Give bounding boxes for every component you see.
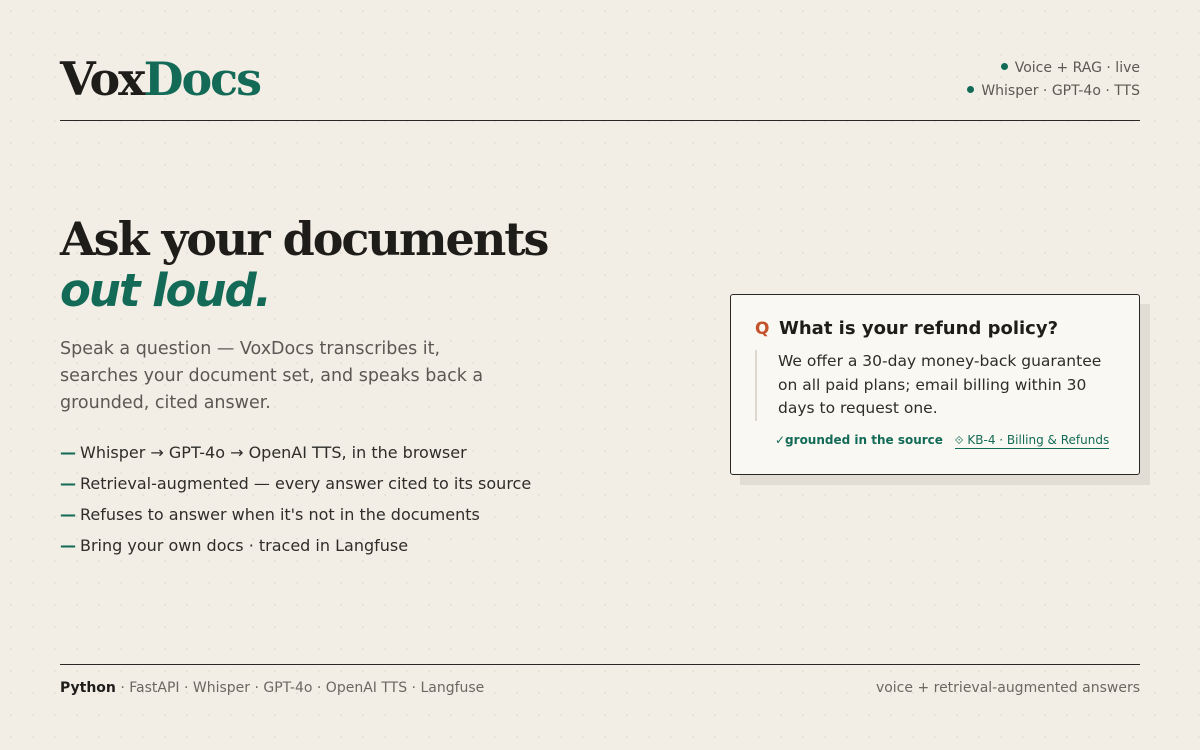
- status-models-text: Whisper · GPT-4o · TTS: [981, 83, 1140, 99]
- feature-item: — Refuses to answer when it's not in the …: [60, 502, 531, 533]
- header: VoxDocs Voice + RAG · live Whisper · GPT…: [60, 50, 1140, 121]
- status-live-text: Voice + RAG · live: [1014, 60, 1140, 76]
- status-panel: Voice + RAG · live Whisper · GPT-4o · TT…: [967, 59, 1140, 105]
- grounded-badge: ✓grounded in the source: [775, 433, 943, 447]
- logo-vox: Vox: [60, 52, 146, 106]
- feature-text: Retrieval-augmented — every answer cited…: [80, 474, 532, 493]
- models-dot-icon: [967, 86, 975, 93]
- dash-icon: —: [60, 505, 76, 524]
- feature-text: Bring your own docs · traced in Langfuse: [80, 536, 409, 555]
- hero-description: Speak a question — VoxDocs transcribes i…: [60, 339, 484, 413]
- status-line-live: Voice + RAG · live: [967, 59, 1140, 82]
- tech-stack: Python · FastAPI · Whisper · GPT-4o · Op…: [60, 680, 484, 696]
- footer: Python · FastAPI · Whisper · GPT-4o · Op…: [60, 664, 1140, 704]
- tech-stack-primary: Python: [60, 680, 116, 696]
- live-dot-icon: [1000, 63, 1008, 70]
- qa-card: Q What is your refund policy? We offer a…: [730, 294, 1140, 475]
- feature-text: Whisper → GPT-4o → OpenAI TTS, in the br…: [80, 443, 467, 462]
- answer-meta: ✓grounded in the source ⟐ KB-4 · Billing …: [775, 433, 1110, 449]
- feature-item: — Bring your own docs · traced in Langfus…: [60, 533, 531, 564]
- dash-icon: —: [60, 474, 76, 493]
- footer-tagline: voice + retrieval-augmented answers: [875, 680, 1140, 696]
- hero-title-accent: out loud.: [60, 264, 272, 317]
- feature-list: — Whisper → GPT-4o → OpenAI TTS, in the b…: [60, 440, 531, 564]
- source-icon: ⟐: [954, 434, 964, 447]
- answer-text: We offer a 30-day money-back guarantee o…: [755, 350, 1121, 421]
- logo-docs: Docs: [143, 52, 262, 106]
- feature-item: — Retrieval-augmented — every answer cite…: [60, 471, 531, 502]
- source-citation-link[interactable]: ⟐ KB-4 · Billing & Refunds: [954, 433, 1110, 449]
- dash-icon: —: [60, 536, 76, 555]
- tech-stack-rest: · FastAPI · Whisper · GPT-4o · OpenAI TT…: [115, 680, 485, 696]
- dash-icon: —: [60, 443, 76, 462]
- question-text: What is your refund policy?: [779, 318, 1059, 339]
- feature-item: — Whisper → GPT-4o → OpenAI TTS, in the b…: [60, 440, 531, 471]
- feature-text: Refuses to answer when it's not in the d…: [80, 505, 480, 524]
- source-label: KB-4 · Billing & Refunds: [967, 433, 1110, 447]
- logo[interactable]: VoxDocs: [60, 52, 262, 106]
- question-mark-label: Q: [755, 319, 770, 339]
- status-line-models: Whisper · GPT-4o · TTS: [967, 82, 1140, 105]
- hero-title: Ask your documents: [60, 212, 549, 266]
- hero-heading: Ask your documents out loud.: [60, 212, 660, 316]
